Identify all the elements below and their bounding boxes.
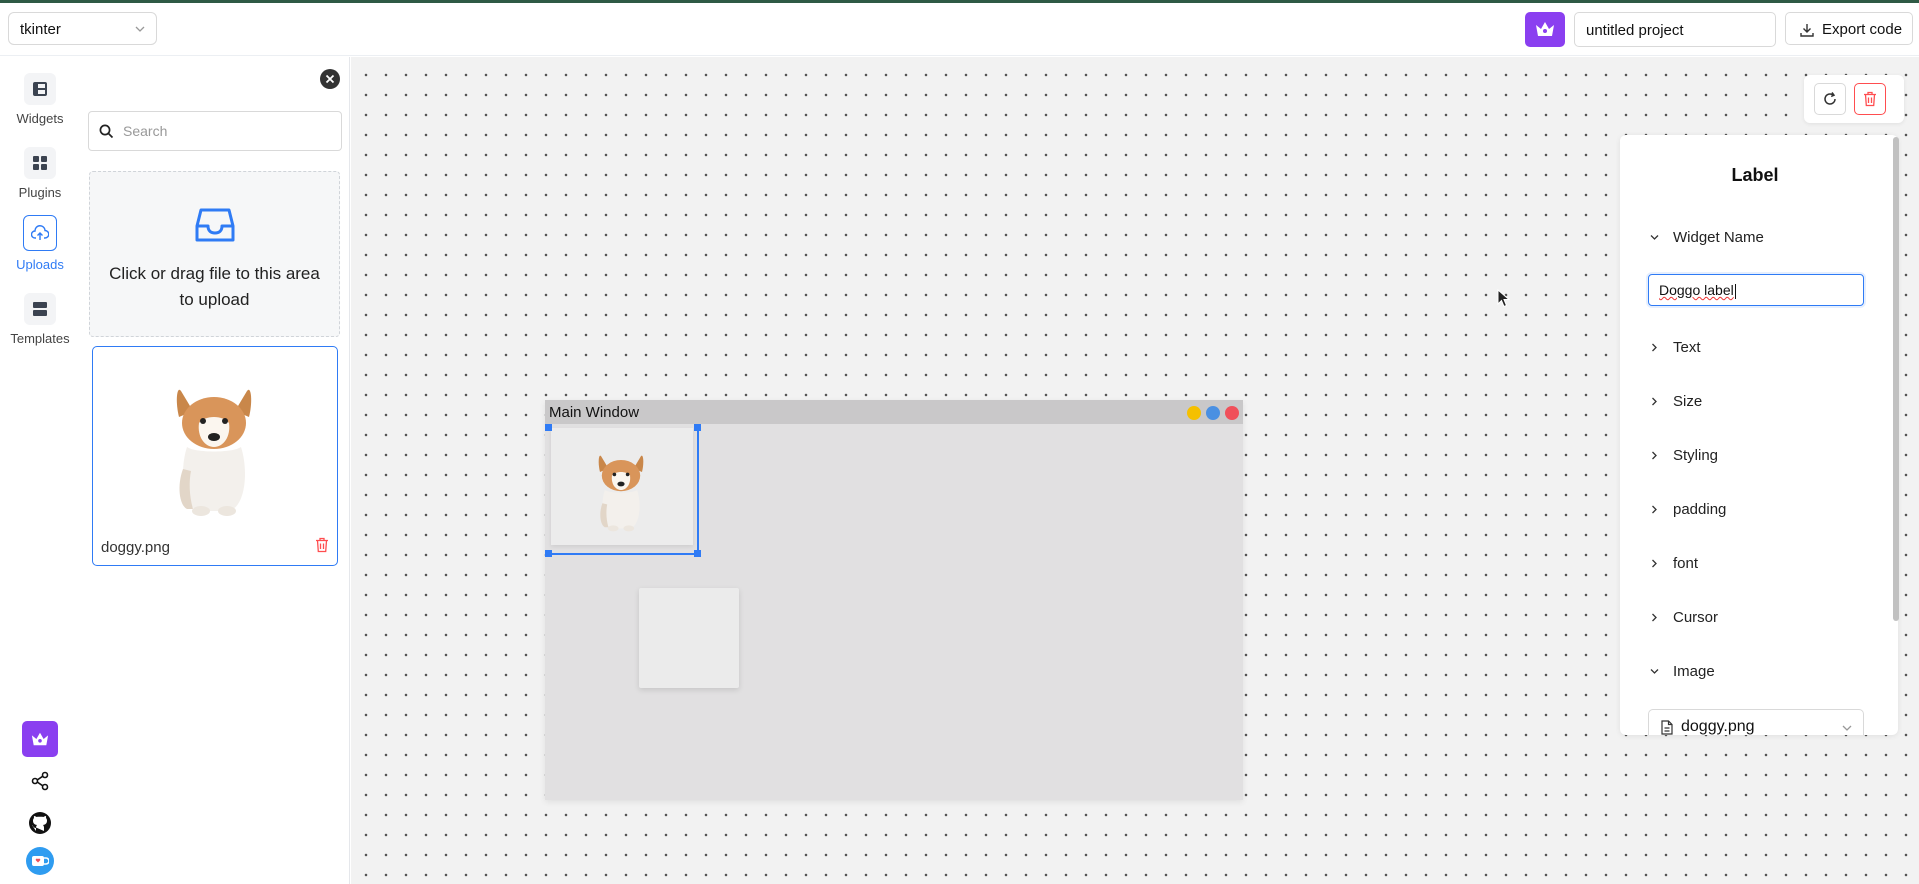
- trash-icon[interactable]: [315, 537, 329, 553]
- sidebar-rail: Widgets Plugins Uploads Templates: [0, 57, 80, 884]
- section-label: Cursor: [1673, 609, 1719, 626]
- download-icon: [1800, 24, 1814, 37]
- asset-card[interactable]: doggy.png: [92, 346, 338, 566]
- close-icon: [325, 74, 335, 84]
- support-icon: [32, 856, 49, 866]
- project-name-input[interactable]: untitled project: [1574, 12, 1776, 47]
- dog-image: [176, 389, 252, 516]
- templates-icon: [24, 293, 56, 325]
- sidebar-item-uploads[interactable]: Uploads: [0, 215, 80, 272]
- close-dot[interactable]: [1225, 406, 1239, 420]
- crown-icon: [31, 732, 49, 746]
- main-window-title: Main Window: [549, 404, 640, 421]
- section-label: Styling: [1673, 447, 1719, 464]
- reset-canvas-button[interactable]: [1814, 83, 1846, 115]
- search-placeholder: Search: [123, 123, 168, 139]
- chevron-right-icon: [1652, 505, 1657, 514]
- framework-select-value: tkinter: [20, 21, 61, 38]
- section-label: Image: [1673, 663, 1715, 680]
- export-code-button[interactable]: Export code: [1785, 12, 1913, 45]
- resize-handle[interactable]: [545, 424, 552, 431]
- sidebar-item-widgets[interactable]: Widgets: [0, 73, 80, 126]
- chevron-right-icon: [1652, 559, 1657, 568]
- section-padding[interactable]: padding: [1649, 501, 1726, 518]
- asset-filename: doggy.png: [101, 539, 170, 556]
- image-select[interactable]: doggy.png: [1648, 709, 1864, 735]
- resize-handle[interactable]: [545, 550, 552, 557]
- search-input[interactable]: Search: [88, 111, 342, 151]
- framework-select[interactable]: tkinter: [8, 12, 157, 45]
- crown-icon: [1536, 22, 1554, 36]
- text-caret: [1734, 283, 1736, 299]
- widget-name-input[interactable]: Doggo label: [1648, 274, 1864, 306]
- section-size[interactable]: Size: [1649, 393, 1702, 410]
- empty-widget[interactable]: [639, 588, 739, 688]
- widget-name-value: Doggo label: [1659, 282, 1734, 298]
- chevron-down-icon: [1842, 725, 1852, 731]
- plugins-icon: [24, 147, 56, 179]
- share-icon: [31, 771, 49, 791]
- delete-all-button[interactable]: [1854, 83, 1886, 115]
- section-label: Text: [1673, 339, 1701, 356]
- share-button[interactable]: [22, 763, 58, 799]
- export-code-label: Export code: [1822, 21, 1903, 38]
- chevron-right-icon: [1652, 343, 1657, 352]
- sidebar-item-label: Uploads: [16, 257, 64, 272]
- section-styling[interactable]: Styling: [1649, 447, 1718, 464]
- section-cursor[interactable]: Cursor: [1649, 609, 1718, 626]
- section-label: font: [1673, 555, 1699, 572]
- trash-icon: [1864, 91, 1876, 107]
- section-label: Widget Name: [1673, 229, 1764, 246]
- support-button[interactable]: [26, 847, 54, 875]
- properties-scrollbar[interactable]: [1893, 137, 1899, 621]
- section-widget-name[interactable]: Widget Name: [1649, 229, 1764, 246]
- main-window[interactable]: Main Window: [545, 400, 1243, 800]
- refresh-icon: [1824, 92, 1836, 105]
- minimize-dot[interactable]: [1187, 406, 1201, 420]
- maximize-dot[interactable]: [1206, 406, 1220, 420]
- upload-dropzone[interactable]: Click or drag file to this area to uploa…: [89, 171, 340, 337]
- sidebar-item-label: Widgets: [16, 111, 64, 126]
- upload-hint-text: Click or drag file to this area to uploa…: [109, 264, 320, 309]
- github-icon: [29, 812, 51, 834]
- section-image[interactable]: Image: [1649, 663, 1715, 680]
- top-bar: tkinter untitled project Export code: [0, 3, 1919, 56]
- properties-panel: Label Widget Name Doggo label Text Size …: [1620, 135, 1898, 735]
- sidebar-item-templates[interactable]: Templates: [0, 293, 80, 346]
- chevron-down-icon: [135, 26, 145, 32]
- inbox-icon: [195, 208, 234, 242]
- section-text[interactable]: Text: [1649, 339, 1701, 356]
- search-icon: [99, 124, 114, 139]
- image-select-value: doggy.png: [1681, 718, 1755, 735]
- sidebar-item-plugins[interactable]: Plugins: [0, 147, 80, 200]
- widgets-icon: [24, 73, 56, 105]
- mouse-pointer-icon: [1497, 289, 1511, 308]
- file-icon: [1661, 720, 1673, 735]
- github-link[interactable]: [22, 805, 58, 841]
- chevron-down-icon: [1650, 235, 1659, 240]
- section-label: padding: [1673, 501, 1727, 518]
- resize-handle[interactable]: [694, 550, 701, 557]
- chevron-right-icon: [1652, 397, 1657, 406]
- upload-cloud-icon: [23, 215, 57, 251]
- premium-button[interactable]: [1525, 12, 1565, 47]
- canvas-toolbar: [1804, 75, 1904, 123]
- sidebar-item-label: Templates: [10, 331, 70, 346]
- sidebar-item-label: Plugins: [18, 185, 62, 200]
- section-font[interactable]: font: [1649, 555, 1698, 572]
- chevron-down-icon: [1650, 669, 1659, 674]
- close-panel-button[interactable]: [320, 69, 340, 89]
- main-window-titlebar[interactable]: Main Window: [545, 400, 1243, 424]
- chevron-right-icon: [1652, 451, 1657, 460]
- chevron-right-icon: [1652, 613, 1657, 622]
- premium-rail-button[interactable]: [22, 721, 58, 757]
- properties-title: Label: [1731, 165, 1779, 185]
- resize-handle[interactable]: [694, 424, 701, 431]
- section-label: Size: [1673, 393, 1703, 410]
- selection-outline: [547, 426, 699, 555]
